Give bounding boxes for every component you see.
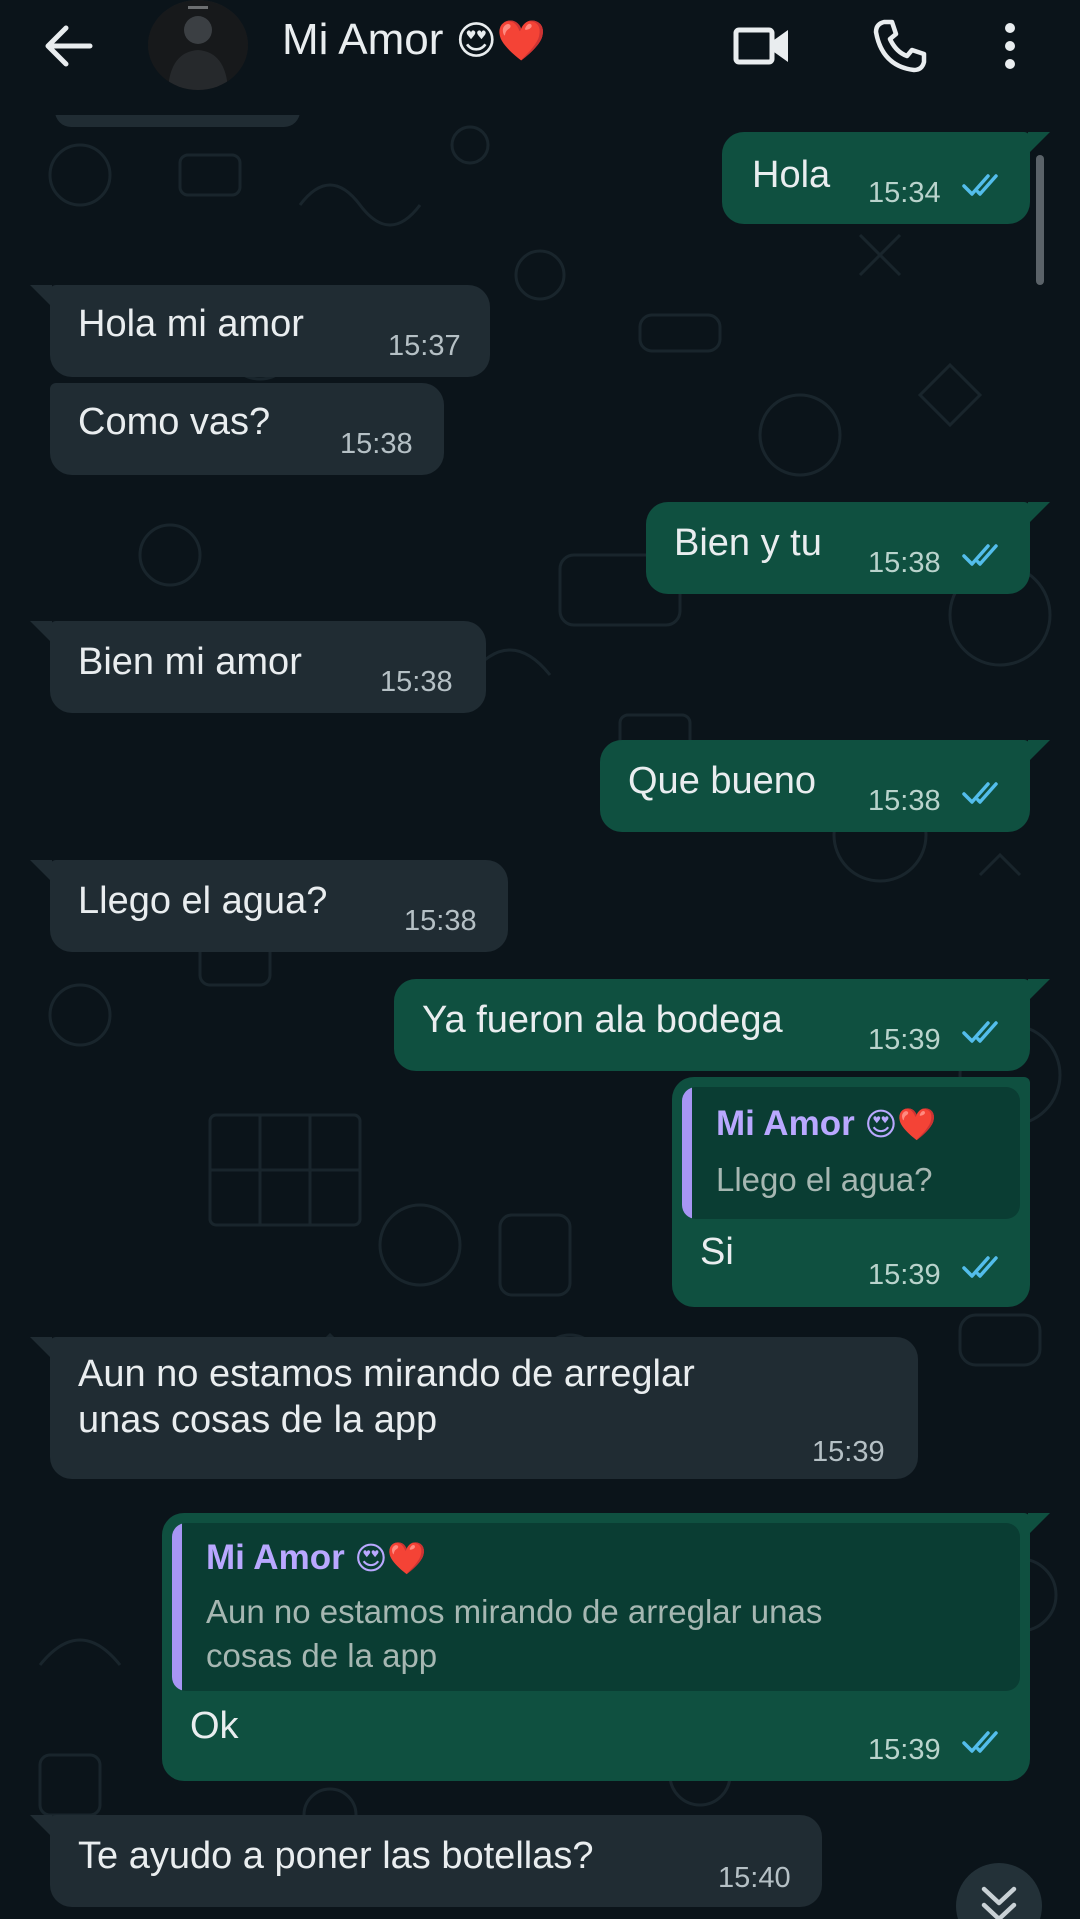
- quote-accent-bar: [682, 1087, 692, 1219]
- message-time: 15:38: [868, 785, 941, 817]
- scrollbar[interactable]: [1036, 155, 1044, 285]
- message-time: 15:39: [812, 1436, 885, 1468]
- quoted-text-line-2: cosas de la app: [206, 1637, 438, 1674]
- quoted-message[interactable]: Mi Amor 😍❤️ Aun no estamos mirando de ar…: [172, 1523, 1020, 1691]
- message-text: Ok: [190, 1705, 239, 1747]
- message-time: 15:40: [718, 1862, 791, 1894]
- message-bubble-outgoing[interactable]: Bien y tu 15:38: [646, 502, 1050, 594]
- message-bubble-incoming[interactable]: Aun no estamos mirando de arreglar unas …: [30, 1337, 918, 1479]
- quoted-text: Llego el agua?: [716, 1161, 933, 1198]
- message-text: Llego el agua?: [78, 880, 328, 922]
- double-check-icon: [962, 1021, 998, 1043]
- phone-icon[interactable]: [868, 14, 932, 78]
- message-bubble-outgoing-reply[interactable]: Mi Amor 😍❤️ Aun no estamos mirando de ar…: [162, 1513, 1050, 1781]
- message-time: 15:34: [868, 177, 941, 209]
- message-text: Bien y tu: [674, 522, 822, 564]
- message-text-line-1: Aun no estamos mirando de arreglar: [78, 1353, 695, 1395]
- message-text: Como vas?: [78, 401, 271, 443]
- quoted-sender-emojis: 😍❤️: [354, 1541, 427, 1577]
- partial-message-bubble: [55, 115, 300, 127]
- message-text: Que bueno: [628, 760, 817, 802]
- message-bubble-incoming[interactable]: Llego el agua? 15:38: [30, 860, 508, 952]
- double-check-icon: [962, 174, 998, 196]
- double-check-icon: [962, 1256, 998, 1278]
- scroll-to-bottom-button[interactable]: [956, 1863, 1042, 1919]
- message-bubble-outgoing[interactable]: Que bueno 15:38: [600, 740, 1050, 832]
- message-text: Bien mi amor: [78, 641, 302, 683]
- message-text-line-2: unas cosas de la app: [78, 1399, 438, 1441]
- message-time: 15:37: [388, 330, 461, 362]
- quoted-sender-name: Mi Amor: [206, 1538, 345, 1577]
- chat-area[interactable]: Hola 15:34 Hola mi amor 15:37 Como vas? …: [0, 115, 1080, 1919]
- message-text: Hola: [752, 154, 831, 196]
- message-bubble-incoming[interactable]: Hola mi amor 15:37: [30, 285, 490, 377]
- double-check-icon: [962, 1731, 998, 1753]
- message-text: Te ayudo a poner las botellas?: [78, 1835, 594, 1877]
- back-arrow-icon[interactable]: [40, 18, 96, 74]
- contact-name[interactable]: Mi Amor 😍❤️: [282, 12, 546, 69]
- chat-header: Mi Amor 😍❤️: [0, 0, 1080, 115]
- double-check-icon: [962, 544, 998, 566]
- contact-name-text: Mi Amor: [282, 15, 444, 64]
- message-time: 15:39: [868, 1024, 941, 1056]
- message-bubble-outgoing-reply[interactable]: Mi Amor 😍❤️ Llego el agua? Si 15:39: [672, 1077, 1030, 1307]
- quoted-sender-emojis: 😍❤️: [864, 1107, 937, 1143]
- quoted-text-line-1: Aun no estamos mirando de arreglar unas: [206, 1593, 823, 1630]
- message-bubble-incoming[interactable]: Te ayudo a poner las botellas? 15:40: [30, 1815, 822, 1907]
- more-vert-icon[interactable]: [990, 14, 1030, 78]
- message-time: 15:38: [380, 666, 453, 698]
- avatar[interactable]: [148, 0, 248, 90]
- quoted-message[interactable]: Mi Amor 😍❤️ Llego el agua?: [682, 1087, 1020, 1219]
- message-time: 15:38: [404, 905, 477, 937]
- message-bubble-incoming[interactable]: Como vas? 15:38: [50, 383, 444, 475]
- chevron-down-icon: [981, 1886, 1017, 1919]
- message-time: 15:39: [868, 1259, 941, 1291]
- message-bubble-outgoing[interactable]: Ya fueron ala bodega 15:39: [394, 979, 1050, 1071]
- message-bubble-incoming[interactable]: Bien mi amor 15:38: [30, 621, 486, 713]
- message-bubble-outgoing[interactable]: Hola 15:34: [722, 132, 1050, 224]
- quoted-sender: Mi Amor 😍❤️: [206, 1535, 427, 1582]
- quoted-sender-name: Mi Amor: [716, 1104, 855, 1143]
- message-time: 15:38: [868, 547, 941, 579]
- video-call-icon[interactable]: [730, 14, 794, 78]
- quoted-sender: Mi Amor 😍❤️: [716, 1101, 937, 1148]
- message-time: 15:39: [868, 1734, 941, 1766]
- message-text: Ya fueron ala bodega: [422, 999, 783, 1041]
- double-check-icon: [962, 782, 998, 804]
- message-time: 15:38: [340, 428, 413, 460]
- message-text: Si: [700, 1231, 734, 1273]
- quote-accent-bar: [172, 1523, 182, 1691]
- contact-emojis: 😍❤️: [455, 18, 547, 64]
- message-text: Hola mi amor: [78, 303, 304, 345]
